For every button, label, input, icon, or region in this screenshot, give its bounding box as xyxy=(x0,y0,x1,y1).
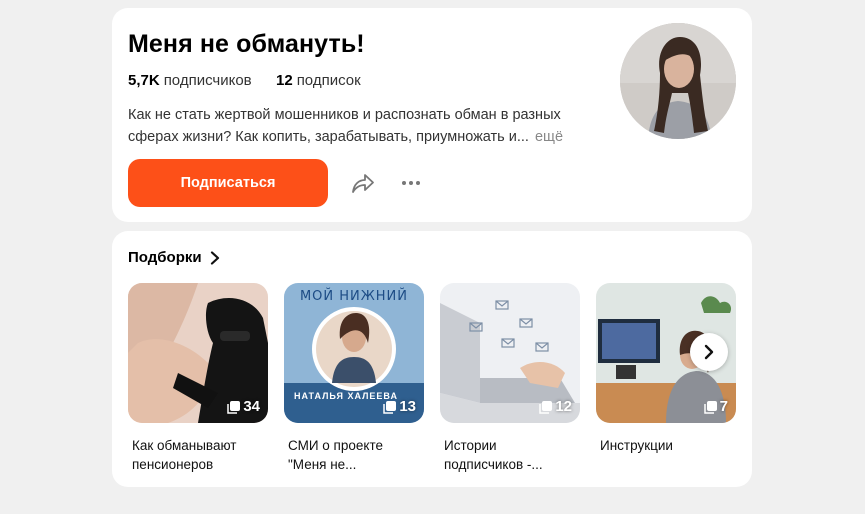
stack-icon xyxy=(539,400,553,414)
description-more-link[interactable]: ещё xyxy=(535,129,563,145)
collections-title-link[interactable]: Подборки xyxy=(128,249,220,266)
channel-stats: 5,7K подписчиков 12 подписок xyxy=(128,72,361,89)
stack-icon xyxy=(703,400,717,414)
channel-avatar[interactable] xyxy=(620,23,736,139)
collection-thumbnail: МОЙ НИЖНИЙ НАТАЛЬЯ ХАЛЕЕВА 13 xyxy=(284,283,424,423)
channel-header-card: Меня не обмануть! 5,7K подписчиков 12 подп… xyxy=(112,8,752,222)
collections-title: Подборки xyxy=(128,249,202,266)
more-options-icon[interactable] xyxy=(400,173,422,193)
chevron-right-icon xyxy=(210,250,219,265)
subscriptions-count: 12 xyxy=(276,72,293,89)
collection-label: Как обманывают пенсионеров xyxy=(132,438,237,472)
description-text: Как не стать жертвой мошенников и распоз… xyxy=(128,107,561,145)
subscribers-count: 5,7K xyxy=(128,72,160,89)
collection-count: 13 xyxy=(383,398,416,415)
stack-icon xyxy=(383,400,397,414)
collection-item[interactable]: МОЙ НИЖНИЙ НАТАЛЬЯ ХАЛЕЕВА 13 СМИ о прое… xyxy=(284,283,424,474)
subscriptions-label: подписок xyxy=(296,72,361,89)
subscriptions-stat[interactable]: 12 подписок xyxy=(276,72,361,89)
collection-item[interactable]: 12 Истории подписчиков -... xyxy=(440,283,580,474)
channel-description: Как не стать жертвой мошенников и распоз… xyxy=(128,104,588,148)
collection-label: СМИ о проекте "Меня не... xyxy=(288,438,383,472)
collection-count: 34 xyxy=(227,398,260,415)
stack-icon xyxy=(227,400,241,414)
collections-card: Подборки 34 Как обманывают пенсионеров М… xyxy=(112,231,752,487)
subscribe-button[interactable]: Подписаться xyxy=(128,159,328,207)
chevron-right-icon xyxy=(704,344,714,360)
collection-item[interactable]: 34 Как обманывают пенсионеров xyxy=(128,283,268,474)
collection-count: 7 xyxy=(703,398,728,415)
collection-label: Инструкции xyxy=(600,438,673,453)
subscribers-label: подписчиков xyxy=(163,72,252,89)
carousel-next-button[interactable] xyxy=(690,333,728,371)
subscribers-stat[interactable]: 5,7K подписчиков xyxy=(128,72,256,89)
banner-top-text: МОЙ НИЖНИЙ xyxy=(299,289,409,304)
collection-thumbnail: 34 xyxy=(128,283,268,423)
collection-count: 12 xyxy=(539,398,572,415)
collection-thumbnail: 12 xyxy=(440,283,580,423)
share-icon[interactable] xyxy=(350,170,376,196)
avatar-photo xyxy=(620,23,736,139)
collection-label: Истории подписчиков -... xyxy=(444,438,543,472)
channel-title: Меня не обмануть! xyxy=(128,30,365,58)
